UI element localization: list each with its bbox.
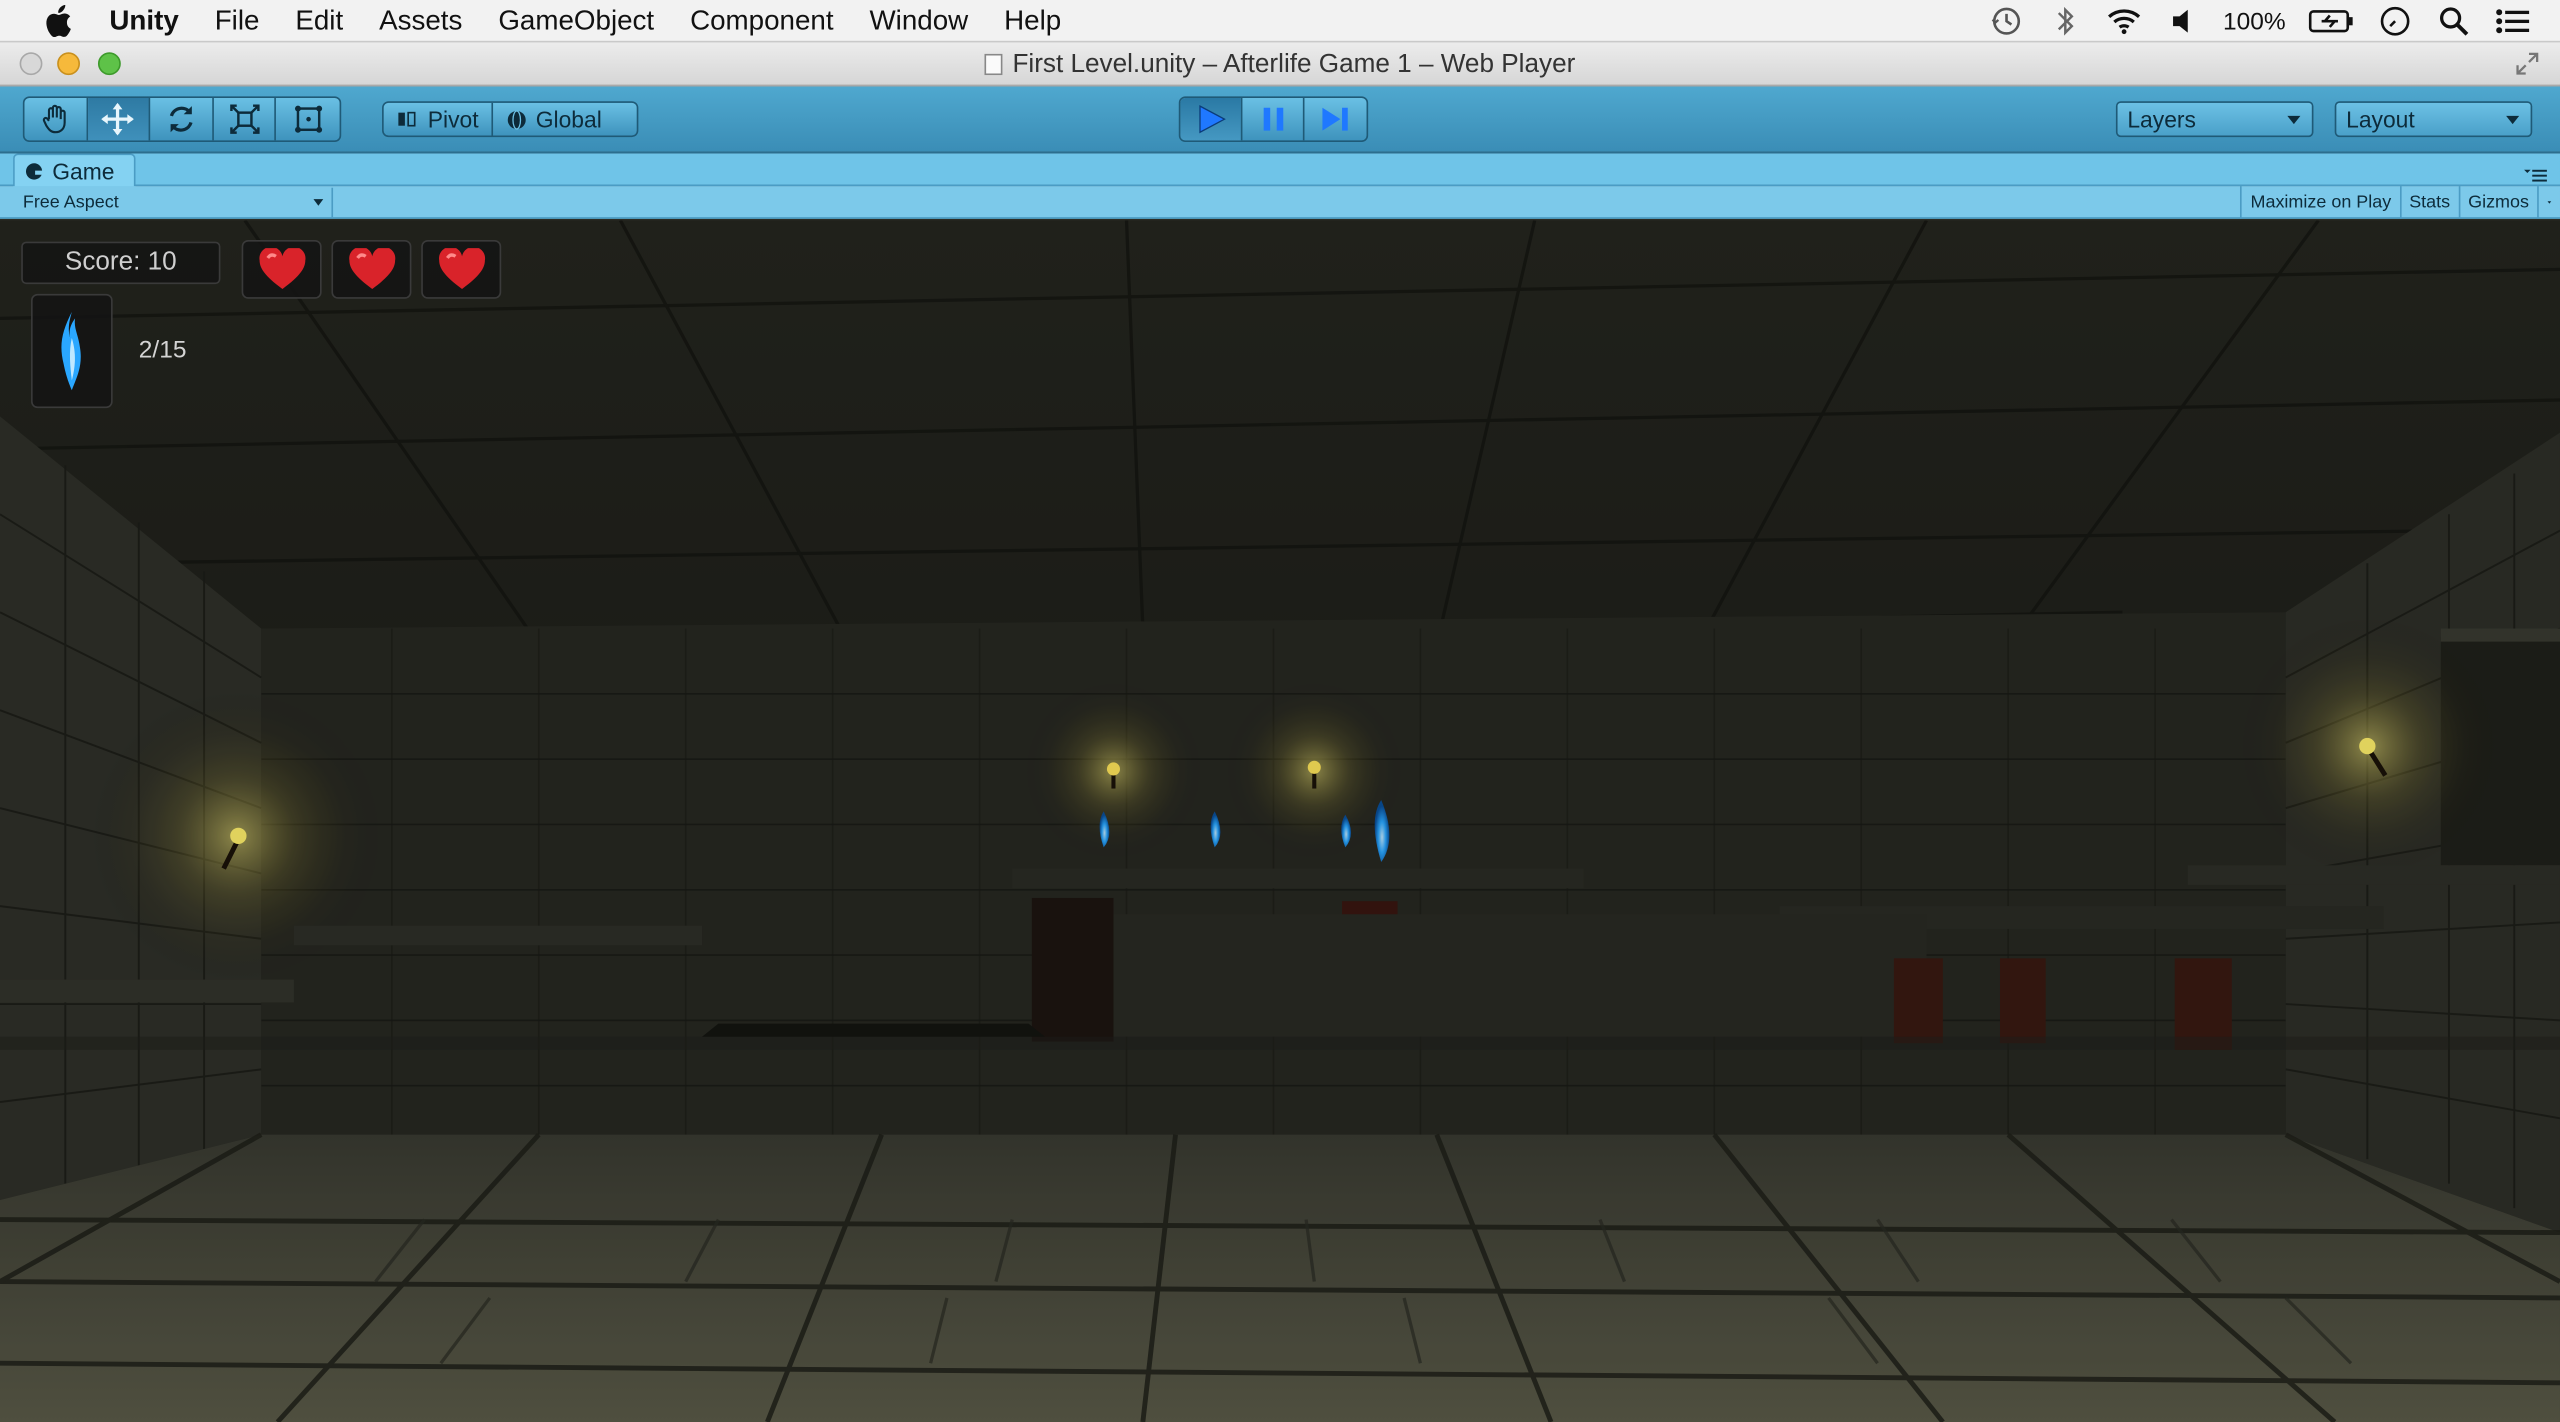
chevron-down-icon — [313, 199, 324, 206]
global-toggle[interactable]: Global — [493, 103, 615, 136]
move-tool-icon[interactable] — [87, 97, 151, 141]
menu-edit[interactable]: Edit — [277, 0, 361, 42]
globe-icon — [507, 109, 526, 129]
scale-tool-icon[interactable] — [214, 97, 277, 141]
tab-menu-icon[interactable] — [2524, 162, 2547, 182]
tab-game-label: Game — [52, 158, 115, 185]
transform-tools — [22, 96, 342, 143]
play-button[interactable] — [1180, 97, 1243, 141]
souls-counter: 2/15 — [138, 336, 187, 365]
game-tab-bar: Game — [0, 153, 2560, 188]
game-view-toolbar: Free Aspect Maximize on Play Stats Gizmo… — [0, 186, 2560, 219]
chevron-down-icon — [2287, 115, 2301, 125]
stats-toggle[interactable]: Stats — [2399, 186, 2458, 219]
aspect-label: Free Aspect — [22, 192, 119, 213]
menu-component[interactable]: Component — [672, 0, 851, 42]
menu-assets[interactable]: Assets — [361, 0, 480, 42]
battery-percent: 100% — [2223, 7, 2286, 36]
layout-label: Layout — [2346, 106, 2415, 133]
chevron-down-icon — [2506, 115, 2520, 125]
maximize-on-play-toggle[interactable]: Maximize on Play — [2240, 186, 2400, 219]
menu-app-unity[interactable]: Unity — [91, 0, 196, 42]
rotate-tool-icon[interactable] — [151, 97, 214, 141]
bluetooth-icon[interactable] — [2047, 3, 2083, 39]
apple-icon[interactable] — [39, 2, 75, 38]
step-button[interactable] — [1304, 98, 1366, 140]
pivot-label: Pivot — [427, 106, 479, 133]
window-title: First Level.unity – Afterlife Game 1 – W… — [1012, 49, 1576, 78]
score-display: Score: 10 — [21, 241, 221, 285]
fullscreen-icon[interactable] — [2514, 51, 2540, 77]
global-label: Global — [535, 106, 602, 133]
spotlight-icon[interactable] — [2436, 3, 2472, 39]
heart-icon — [421, 239, 502, 299]
time-machine-icon[interactable] — [1988, 3, 2024, 39]
volume-icon[interactable] — [2164, 3, 2200, 39]
tab-game[interactable]: Game — [13, 153, 136, 188]
dungeon-scene — [0, 220, 2560, 1422]
pivot-toggle[interactable]: Pivot — [384, 102, 494, 136]
document-icon — [984, 53, 1003, 76]
play-icon — [1198, 105, 1226, 134]
macos-menu-bar: Unity File Edit Assets GameObject Compon… — [0, 0, 2560, 43]
aspect-dropdown[interactable]: Free Aspect — [13, 187, 334, 218]
battery-icon[interactable] — [2308, 3, 2355, 39]
gizmos-dropdown[interactable] — [2537, 186, 2560, 219]
pause-icon — [1262, 107, 1283, 131]
wifi-icon[interactable] — [2106, 3, 2142, 39]
heart-icon — [331, 239, 412, 299]
step-icon — [1322, 107, 1348, 131]
soul-flame-icon — [31, 293, 113, 409]
menu-gameobject[interactable]: GameObject — [480, 0, 672, 42]
unity-toolbar: Pivot Global Layers Layout — [0, 86, 2560, 154]
hand-tool-icon[interactable] — [24, 97, 88, 141]
game-tab-icon — [25, 163, 43, 180]
menu-window[interactable]: Window — [852, 0, 987, 42]
pivot-icon — [398, 111, 416, 127]
heart-icon — [241, 239, 322, 299]
menu-help[interactable]: Help — [986, 0, 1079, 42]
notification-list-icon[interactable] — [2495, 3, 2531, 39]
chevron-down-icon — [2547, 201, 2552, 204]
menu-file[interactable]: File — [197, 0, 278, 42]
pause-button[interactable] — [1242, 97, 1305, 141]
rect-tool-icon[interactable] — [277, 98, 340, 140]
window-title-bar: First Level.unity – Afterlife Game 1 – W… — [0, 42, 2560, 87]
layers-label: Layers — [2127, 106, 2196, 133]
clock-icon[interactable] — [2377, 3, 2413, 39]
playback-controls — [1178, 96, 1369, 143]
gizmos-toggle[interactable]: Gizmos — [2458, 186, 2537, 219]
layout-dropdown[interactable]: Layout — [2334, 101, 2533, 138]
game-view[interactable]: Score: 10 2/15 — [0, 220, 2560, 1422]
layers-dropdown[interactable]: Layers — [2115, 101, 2314, 138]
pivot-global-toggles: Pivot Global — [382, 101, 639, 138]
